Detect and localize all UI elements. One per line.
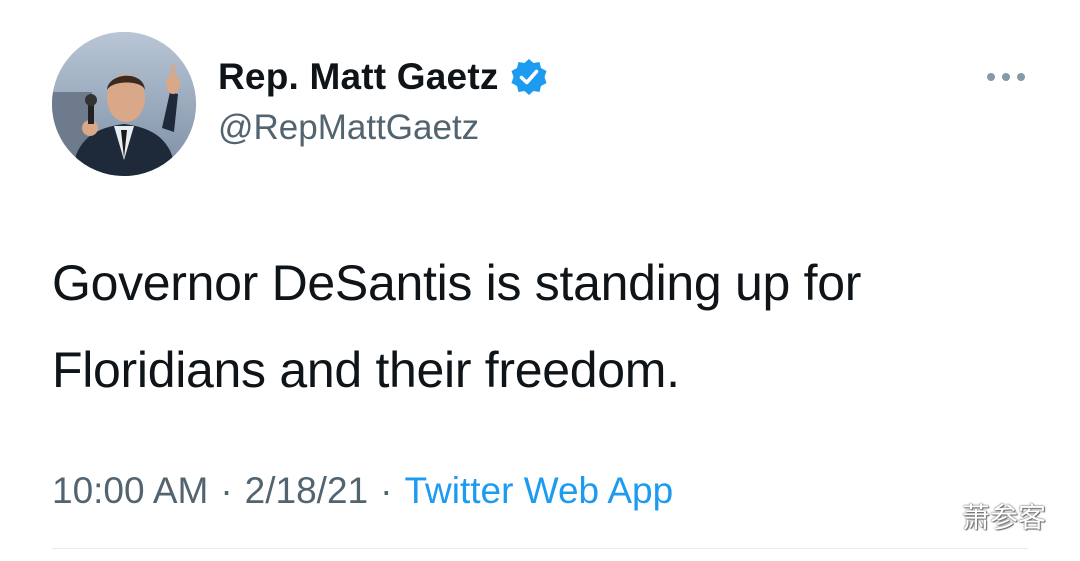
author-handle[interactable]: @RepMattGaetz <box>218 108 479 148</box>
watermark: 萧参客 <box>916 496 1046 536</box>
tweet-text-line-1: Governor DeSantis is standing up for <box>52 255 862 311</box>
tweet-text: Governor DeSantis is standing up for Flor… <box>52 240 1042 414</box>
author-display-name[interactable]: Rep. Matt Gaetz <box>218 52 549 102</box>
divider <box>52 548 1028 549</box>
meta-separator: · <box>380 470 393 511</box>
more-horizontal-icon <box>987 73 1025 81</box>
wechat-icon <box>916 500 956 533</box>
meta-separator: · <box>220 470 233 511</box>
tweet-text-line-2: Floridians and their freedom. <box>52 342 680 398</box>
tweet-metadata: 10:00 AM · 2/18/21 · Twitter Web App <box>52 466 673 516</box>
tweet-source-link[interactable]: Twitter Web App <box>404 470 673 512</box>
author-avatar[interactable] <box>52 32 196 176</box>
verified-badge-icon <box>511 59 547 95</box>
tweet-date[interactable]: 2/18/21 <box>245 470 368 512</box>
more-options-button[interactable] <box>980 62 1032 92</box>
watermark-text: 萧参客 <box>962 502 1047 533</box>
tweet-time[interactable]: 10:00 AM <box>52 470 208 512</box>
avatar-photo <box>52 32 196 176</box>
display-name-text[interactable]: Rep. Matt Gaetz <box>218 56 499 98</box>
